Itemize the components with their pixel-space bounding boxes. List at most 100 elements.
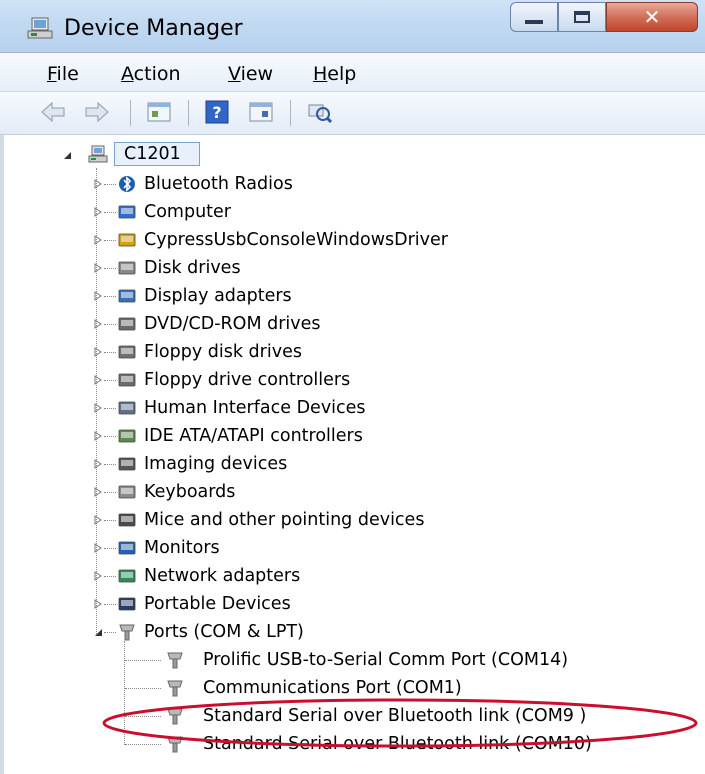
floppy-controller-icon xyxy=(118,373,136,387)
highlight-ellipse xyxy=(102,698,698,748)
expand-arrow-icon[interactable] xyxy=(93,375,103,385)
hid-icon xyxy=(118,401,136,415)
scan-hardware-icon[interactable] xyxy=(306,100,332,124)
tree-category-item[interactable]: Floppy drive controllers xyxy=(144,367,350,393)
tree-category-item[interactable]: Human Interface Devices xyxy=(144,395,366,421)
menu-help-key: H xyxy=(313,63,328,85)
expand-arrow-icon[interactable] xyxy=(93,403,103,413)
svg-text:?: ? xyxy=(212,103,221,122)
driver-icon xyxy=(118,233,136,247)
tree-connector xyxy=(104,352,116,354)
maximize-icon xyxy=(574,11,590,23)
menu-file-label: ile xyxy=(56,63,79,85)
mouse-icon xyxy=(118,513,136,527)
tree-connector xyxy=(104,604,116,606)
menu-view-key: V xyxy=(228,63,241,85)
menu-help-label: elp xyxy=(327,63,357,85)
expand-arrow-icon[interactable] xyxy=(93,179,103,189)
tree-category-item[interactable]: Mice and other pointing devices xyxy=(144,507,424,533)
tree-category-item[interactable]: Display adapters xyxy=(144,283,292,309)
expand-arrow-icon[interactable] xyxy=(93,291,103,301)
tree-connector xyxy=(104,268,116,270)
menu-action-key: A xyxy=(121,63,134,85)
portable-devices-icon xyxy=(118,597,136,611)
tree-connector xyxy=(104,492,116,494)
toolbar-separator xyxy=(290,100,291,126)
menu-action-label: ction xyxy=(133,63,181,85)
device-manager-icon xyxy=(27,17,53,39)
expand-arrow-icon[interactable] xyxy=(93,599,103,609)
title-bar: Device Manager ✕ xyxy=(0,0,705,53)
tree-category-item[interactable]: Portable Devices xyxy=(144,591,291,617)
expand-arrow-icon[interactable] xyxy=(93,263,103,273)
tree-connector xyxy=(125,688,161,690)
network-adapter-icon xyxy=(118,569,136,583)
floppy-disk-icon xyxy=(118,345,136,359)
tree-category-item[interactable]: Ports (COM & LPT) xyxy=(144,619,304,645)
toolbar: ? xyxy=(0,92,705,135)
expand-arrow-icon[interactable] xyxy=(93,487,103,497)
serial-port-icon xyxy=(167,680,183,697)
collapse-arrow-icon[interactable] xyxy=(62,150,72,160)
tree-connector xyxy=(104,548,116,550)
display-adapter-icon xyxy=(118,289,136,303)
collapse-arrow-icon[interactable] xyxy=(93,627,103,637)
tree-category-item[interactable]: IDE ATA/ATAPI controllers xyxy=(144,423,363,449)
ports-icon xyxy=(119,624,135,641)
expand-arrow-icon[interactable] xyxy=(93,543,103,553)
menu-file-key: F xyxy=(47,63,57,85)
tree-category-item[interactable]: Imaging devices xyxy=(144,451,287,477)
tree-connector xyxy=(104,184,116,186)
update-driver-icon[interactable] xyxy=(248,100,274,124)
computer-icon xyxy=(118,205,136,219)
expand-arrow-icon[interactable] xyxy=(93,319,103,329)
minimize-button[interactable] xyxy=(510,2,558,32)
menu-help[interactable]: Help xyxy=(313,63,356,85)
menu-view-label: iew xyxy=(240,63,274,85)
properties-icon[interactable] xyxy=(146,100,172,124)
close-button[interactable]: ✕ xyxy=(606,2,698,32)
help-icon[interactable]: ? xyxy=(204,100,230,124)
tree-category-item[interactable]: Disk drives xyxy=(144,255,241,281)
forward-arrow-icon[interactable] xyxy=(84,100,110,124)
menu-view[interactable]: View xyxy=(228,63,273,85)
tree-category-item[interactable]: Network adapters xyxy=(144,563,300,589)
tree-root-label[interactable]: C1201 xyxy=(124,141,181,167)
menu-bar: File Action View Help xyxy=(0,53,705,92)
tree-connector xyxy=(104,380,116,382)
expand-arrow-icon[interactable] xyxy=(93,347,103,357)
tree-category-item[interactable]: CypressUsbConsoleWindowsDriver xyxy=(144,227,448,253)
tree-connector xyxy=(104,436,116,438)
tree-category-item[interactable]: Monitors xyxy=(144,535,220,561)
maximize-button[interactable] xyxy=(558,2,606,32)
ide-controller-icon xyxy=(118,429,136,443)
expand-arrow-icon[interactable] xyxy=(93,431,103,441)
expand-arrow-icon[interactable] xyxy=(93,515,103,525)
bluetooth-icon xyxy=(119,176,135,192)
serial-port-icon xyxy=(167,652,183,669)
imaging-icon xyxy=(118,457,136,471)
close-icon: ✕ xyxy=(643,5,661,29)
toolbar-separator xyxy=(130,100,131,126)
expand-arrow-icon[interactable] xyxy=(93,459,103,469)
expand-arrow-icon[interactable] xyxy=(93,235,103,245)
computer-root-icon xyxy=(88,145,108,163)
tree-connector xyxy=(104,296,116,298)
menu-file[interactable]: File xyxy=(47,63,79,85)
tree-connector xyxy=(104,464,116,466)
back-arrow-icon[interactable] xyxy=(40,100,66,124)
dvd-drive-icon xyxy=(118,317,136,331)
tree-category-item[interactable]: DVD/CD-ROM drives xyxy=(144,311,321,337)
tree-category-item[interactable]: Computer xyxy=(144,199,231,225)
tree-category-item[interactable]: Keyboards xyxy=(144,479,235,505)
tree-connector xyxy=(104,212,116,214)
port-device-item[interactable]: Prolific USB-to-Serial Comm Port (COM14) xyxy=(203,647,568,673)
tree-connector xyxy=(104,576,116,578)
expand-arrow-icon[interactable] xyxy=(93,207,103,217)
tree-connector xyxy=(104,240,116,242)
expand-arrow-icon[interactable] xyxy=(93,571,103,581)
tree-category-item[interactable]: Floppy disk drives xyxy=(144,339,302,365)
disk-drive-icon xyxy=(118,261,136,275)
menu-action[interactable]: Action xyxy=(121,63,181,85)
tree-category-item[interactable]: Bluetooth Radios xyxy=(144,171,293,197)
